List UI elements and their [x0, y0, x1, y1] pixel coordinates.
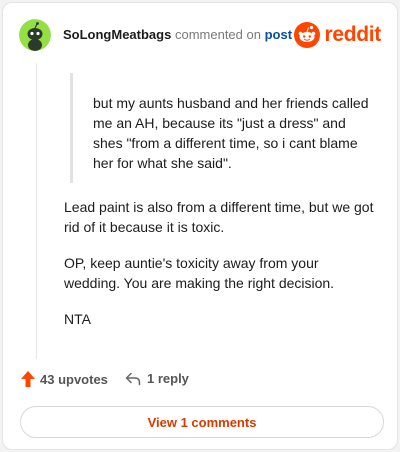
comment-paragraph: NTA [64, 311, 91, 327]
view-comments-button[interactable]: View 1 comments [20, 406, 384, 438]
snoo-avatar-icon [19, 19, 51, 51]
blockquote: but my aunts husband and her friends cal… [70, 73, 370, 183]
comment-header: SoLongMeatbags commented on post reddit [19, 19, 381, 51]
reply-count: 1 reply [147, 371, 189, 386]
comment-paragraph: Lead paint is also from a different time… [64, 199, 374, 235]
reply-arrow-icon [125, 372, 141, 385]
upvote-arrow-icon [21, 371, 35, 387]
comment-card: SoLongMeatbags commented on post reddit … [2, 2, 398, 450]
post-link[interactable]: post [265, 27, 292, 42]
reddit-logo-icon [294, 22, 321, 48]
upvote-count: 43 upvotes [40, 371, 108, 387]
thread-line [36, 63, 37, 359]
commented-on-text: commented on [174, 27, 261, 42]
reddit-wordmark: reddit [324, 23, 381, 46]
reddit-logo[interactable]: reddit [294, 21, 381, 49]
comment-paragraph: OP, keep auntie's toxicity away from you… [64, 255, 335, 291]
comment-meta: SoLongMeatbags commented on post [63, 27, 292, 43]
reply-button[interactable]: 1 reply [125, 371, 189, 386]
user-avatar[interactable] [19, 19, 51, 51]
upvote-button[interactable]: 43 upvotes [21, 371, 108, 387]
username-link[interactable]: SoLongMeatbags [63, 27, 171, 42]
